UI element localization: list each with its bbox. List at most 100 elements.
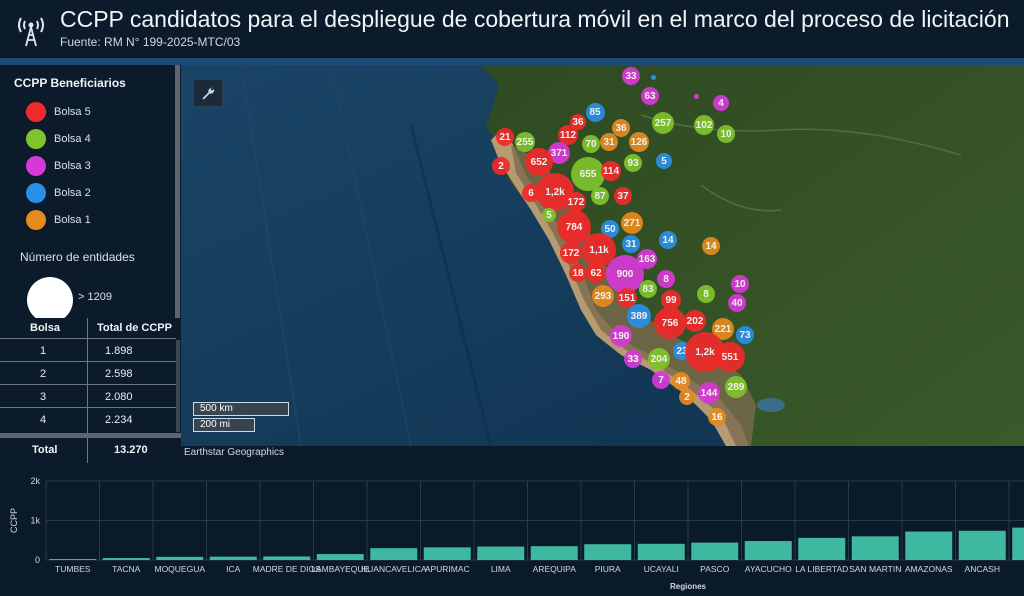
cluster-bubble[interactable]: 7 [652, 371, 670, 389]
cluster-bubble[interactable]: 18 [569, 264, 587, 282]
bar[interactable] [156, 556, 204, 560]
cluster-bubble[interactable]: 40 [728, 294, 746, 312]
bar[interactable] [263, 556, 311, 560]
cluster-bubble[interactable]: 16 [708, 408, 726, 426]
cluster-bubble[interactable]: 63 [641, 87, 659, 105]
cluster-bubble[interactable]: 652 [525, 148, 553, 176]
bar[interactable] [798, 537, 846, 560]
cluster-bubble[interactable]: 257 [652, 112, 674, 134]
table-cell-bolsa: 3 [40, 391, 47, 403]
table-scrollbar[interactable] [176, 340, 180, 432]
legend-scrollbar[interactable] [175, 65, 180, 318]
cluster-bubble[interactable]: 14 [659, 231, 677, 249]
cluster-bubble[interactable]: 31 [600, 133, 618, 151]
cluster-bubble[interactable]: 144 [698, 382, 720, 404]
cluster-point[interactable] [651, 75, 656, 80]
antenna-tower-icon [14, 10, 48, 48]
table-cell-bolsa: 4 [40, 414, 47, 426]
legend-item-label: Bolsa 5 [54, 106, 91, 118]
table-cell-bolsa: 2 [40, 368, 47, 380]
cluster-bubble[interactable]: 37 [614, 187, 632, 205]
bar[interactable] [691, 542, 739, 560]
bar[interactable] [530, 546, 578, 560]
table-header-bolsa[interactable]: Bolsa [30, 320, 60, 340]
cluster-bubble[interactable]: 93 [624, 154, 642, 172]
map-tools-button[interactable] [193, 79, 223, 107]
table-divider [0, 338, 176, 339]
cluster-bubble[interactable]: 2 [492, 157, 510, 175]
table-header-total[interactable]: Total de CCPP [97, 320, 172, 340]
table-total-value: 13.270 [114, 444, 148, 456]
table-total-label: Total [32, 444, 58, 456]
x-tick-label: MOQUEGUA [154, 564, 205, 574]
table-horizontal-scrollbar[interactable] [0, 433, 181, 438]
cluster-bubble[interactable]: 83 [639, 280, 657, 298]
bar[interactable] [851, 536, 899, 560]
cluster-bubble[interactable]: 4 [713, 95, 729, 111]
cluster-bubble[interactable]: 2 [679, 389, 695, 405]
x-tick-label: PIURA [595, 564, 621, 574]
y-tick-label: 1k [30, 516, 40, 526]
cluster-bubble[interactable]: 14 [702, 237, 720, 255]
cluster-bubble[interactable]: 31 [622, 235, 640, 253]
x-tick-label: APURIMAC [425, 564, 470, 574]
bar[interactable] [316, 554, 364, 560]
table-cell-total: 2.080 [105, 391, 133, 403]
cluster-bubble[interactable]: 204 [648, 348, 670, 370]
y-tick-label: 2k [30, 476, 40, 486]
cluster-bubble[interactable]: 293 [592, 285, 614, 307]
bar[interactable] [209, 556, 257, 560]
cluster-bubble[interactable]: 33 [622, 67, 640, 85]
cluster-bubble[interactable]: 8 [657, 270, 675, 288]
map-view[interactable]: 33 63 4 85 36 36 257 102 10 21 255 112 70 31 126 371 652… [181, 65, 1024, 446]
cluster-bubble[interactable]: 190 [610, 325, 632, 347]
cluster-bubble[interactable]: 48 [672, 372, 690, 390]
x-tick-label: UCAYALI [644, 564, 679, 574]
bar[interactable] [477, 546, 525, 560]
bar[interactable] [102, 558, 150, 560]
cluster-bubble[interactable]: 551 [715, 342, 745, 372]
cluster-bubble[interactable]: 85 [585, 102, 605, 122]
y-tick-label: 0 [35, 555, 40, 565]
legend-item-bolsa-5: Bolsa 5 [26, 102, 91, 122]
bar[interactable] [744, 541, 792, 560]
cluster-bubble[interactable]: 102 [694, 115, 714, 135]
cluster-point[interactable] [694, 94, 699, 99]
cluster-bubble[interactable]: 202 [684, 310, 706, 332]
cluster-bubble[interactable]: 289 [725, 376, 747, 398]
cluster-bubble[interactable]: 271 [621, 212, 643, 234]
cluster-bubble[interactable]: 114 [601, 161, 621, 181]
cluster-bubble[interactable]: 655 [571, 157, 605, 191]
scale-bar-mi: 200 mi [193, 418, 255, 432]
cluster-bubble[interactable]: 5 [542, 208, 556, 222]
cluster-bubble[interactable]: 62 [586, 263, 606, 283]
bar[interactable] [637, 543, 685, 560]
bar[interactable] [370, 548, 418, 560]
bar[interactable] [905, 531, 953, 560]
cluster-bubble[interactable]: 73 [736, 326, 754, 344]
cluster-bubble[interactable]: 33 [624, 350, 642, 368]
x-tick-label: LIMA [491, 564, 511, 574]
bar[interactable] [49, 559, 97, 560]
cluster-bubble[interactable]: 10 [717, 125, 735, 143]
cluster-bubble[interactable]: 756 [654, 307, 686, 339]
size-legend-title: Número de entidades [20, 250, 135, 264]
cluster-bubble[interactable]: 21 [496, 128, 514, 146]
cluster-bubble[interactable]: 87 [591, 187, 609, 205]
scale-bar-km: 500 km [193, 402, 289, 416]
bar[interactable] [584, 544, 632, 560]
bar[interactable] [423, 547, 471, 560]
legend-item-label: Bolsa 3 [54, 160, 91, 172]
cluster-bubble[interactable]: 172 [566, 192, 586, 212]
cluster-bubble[interactable]: 10 [731, 275, 749, 293]
cluster-bubble[interactable]: 126 [629, 132, 649, 152]
cluster-bubble[interactable]: 389 [627, 304, 651, 328]
bar[interactable] [958, 530, 1006, 560]
legend-item-bolsa-4: Bolsa 4 [26, 129, 91, 149]
bar[interactable] [1012, 527, 1024, 560]
cluster-bubble[interactable]: 70 [582, 135, 600, 153]
cluster-bubble[interactable]: 8 [697, 285, 715, 303]
legend-item-label: Bolsa 1 [54, 214, 91, 226]
cluster-bubble[interactable]: 172 [560, 242, 582, 264]
cluster-bubble[interactable]: 5 [656, 153, 672, 169]
